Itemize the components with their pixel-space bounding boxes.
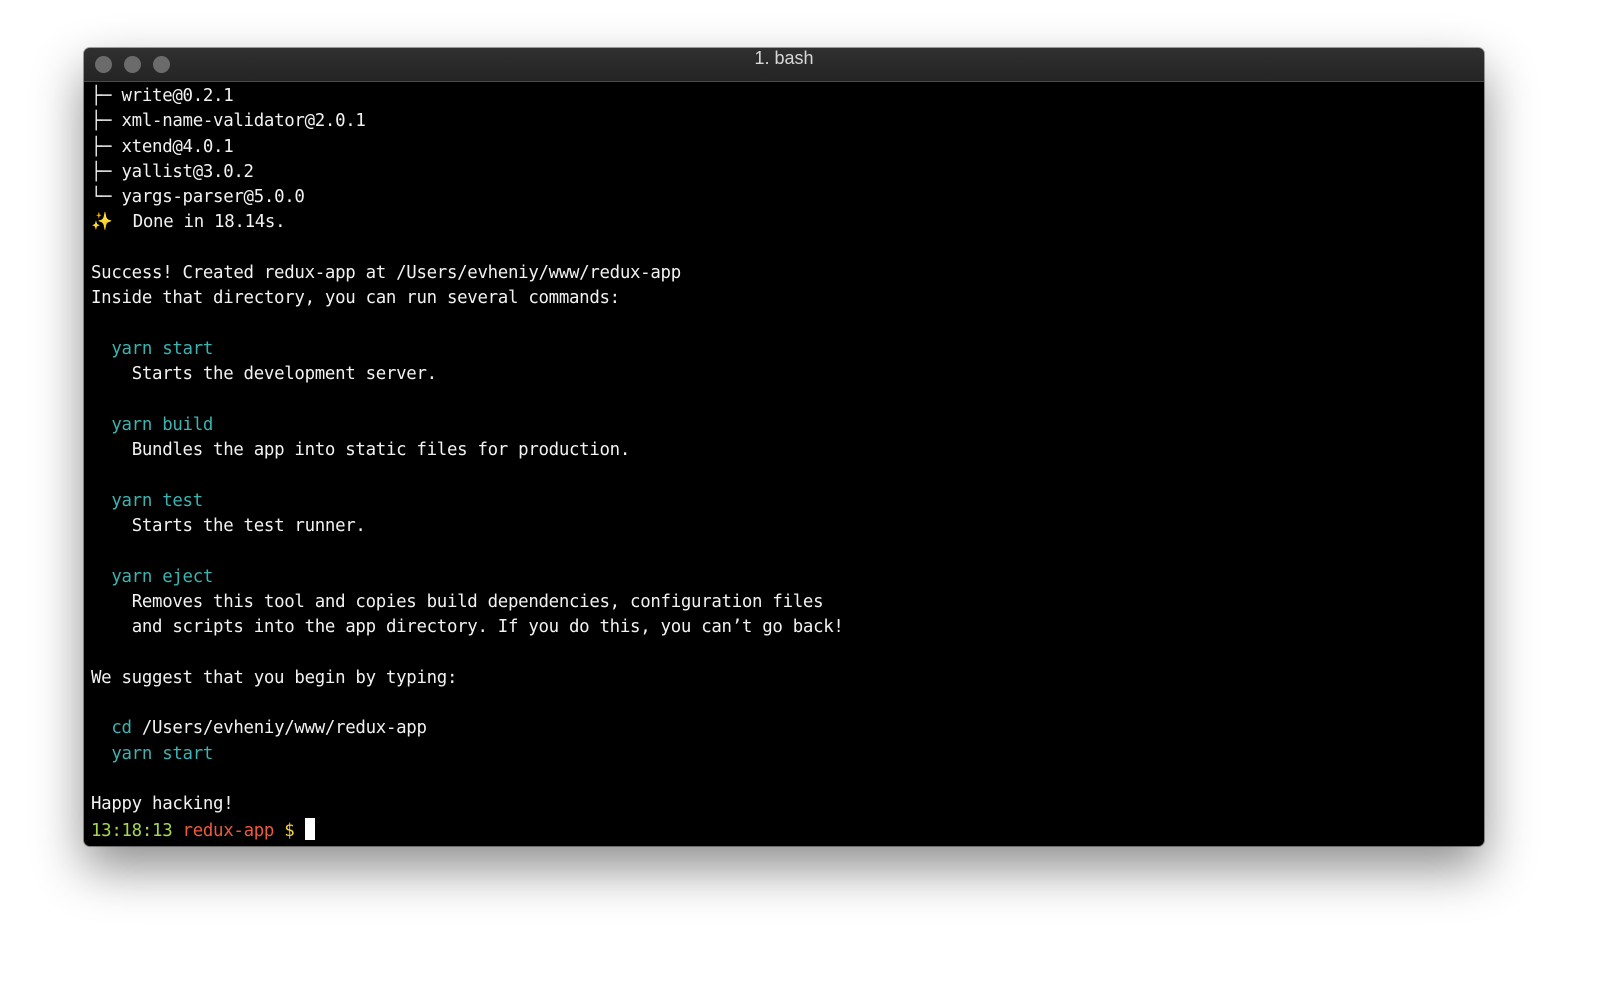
sparkles-icon: ✨ — [91, 212, 113, 233]
command-line: yarn build — [91, 413, 844, 438]
suggest-line: We suggest that you begin by typing: — [91, 667, 458, 688]
command-desc-text: Starts the development server. — [131, 364, 437, 385]
happy-line: Happy hacking! — [91, 794, 234, 815]
command-desc: Removes this tool and copies build depen… — [91, 590, 844, 615]
tree-branch: ├─ — [91, 136, 122, 157]
command-desc-text: and scripts into the app directory. If y… — [131, 617, 844, 638]
prompt-line[interactable]: 13:18:13 redux-app $ — [91, 817, 844, 843]
terminal-output[interactable]: ├─ write@0.2.1 ├─ xml-name-validator@2.0… — [91, 84, 844, 843]
terminal-window: 1. bash ├─ write@0.2.1 ├─ xml-name-valid… — [84, 48, 1484, 846]
tree-branch: ├─ — [91, 161, 122, 182]
tree-branch: └─ — [91, 187, 122, 208]
tree-line: ├─ xml-name-validator@2.0.1 — [91, 109, 844, 134]
command-desc-text: Bundles the app into static files for pr… — [131, 440, 631, 461]
tree-line: └─ yargs-parser@5.0.0 — [91, 185, 844, 210]
tree-line: ├─ write@0.2.1 — [91, 84, 844, 109]
cd-line: cd /Users/evheniy/www/redux-app — [91, 716, 844, 741]
success-line: Success! Created redux-app at /Users/evh… — [91, 263, 681, 284]
start-command: yarn start — [111, 743, 214, 764]
command-line: yarn eject — [91, 565, 844, 590]
package-name: write@0.2.1 — [121, 86, 234, 106]
tree-line: ├─ yallist@3.0.2 — [91, 160, 844, 185]
package-name: xtend@4.0.1 — [121, 136, 234, 157]
package-name: xml-name-validator@2.0.1 — [121, 111, 366, 132]
cd-path: /Users/evheniy/www/redux-app — [131, 718, 427, 739]
command-line: yarn test — [91, 489, 844, 514]
command-desc-text: Removes this tool and copies build depen… — [131, 591, 824, 612]
command-name: yarn eject — [111, 566, 214, 587]
cd-command: cd — [111, 718, 132, 739]
tree-line: ├─ xtend@4.0.1 — [91, 135, 844, 160]
command-desc: Starts the test runner. — [91, 514, 844, 539]
prompt-dir: redux-app — [182, 820, 275, 841]
title-bar: 1. bash — [84, 48, 1484, 82]
package-name: yallist@3.0.2 — [121, 161, 255, 182]
command-name: yarn start — [111, 338, 214, 359]
command-desc: and scripts into the app directory. If y… — [91, 615, 844, 640]
command-name: yarn build — [111, 414, 214, 435]
done-text: Done in 18.14s. — [112, 212, 286, 233]
prompt-symbol: $ — [284, 820, 295, 841]
cursor — [304, 817, 315, 840]
inside-line: Inside that directory, you can run sever… — [91, 288, 620, 309]
start-line: yarn start — [91, 742, 844, 767]
command-desc-text: Starts the test runner. — [131, 516, 366, 537]
tree-branch: ├─ — [91, 111, 122, 132]
command-name: yarn test — [111, 490, 203, 511]
prompt-time: 13:18:13 — [91, 820, 173, 841]
package-name: yargs-parser@5.0.0 — [121, 187, 305, 208]
command-line: yarn start — [91, 337, 844, 362]
tree-branch: ├─ — [91, 86, 122, 106]
command-desc: Bundles the app into static files for pr… — [91, 438, 844, 463]
window-title: 1. bash — [754, 48, 814, 68]
command-desc: Starts the development server. — [91, 362, 844, 387]
done-line: ✨ Done in 18.14s. — [91, 210, 844, 235]
